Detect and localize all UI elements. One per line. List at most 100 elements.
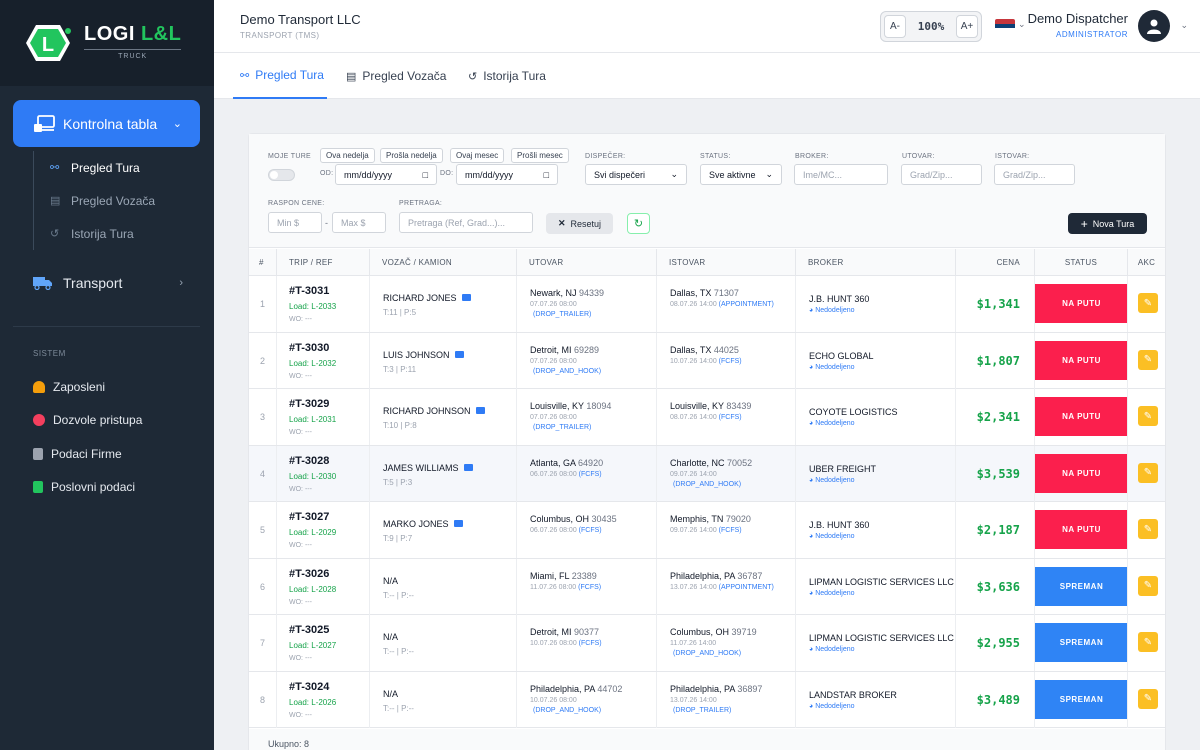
col-drop[interactable]: ISTOVAR: [656, 249, 795, 276]
price-cell: $1,341: [955, 276, 1034, 332]
price-cell: $2,341: [955, 389, 1034, 445]
mail-icon[interactable]: [475, 407, 485, 414]
col-broker[interactable]: BROKER: [795, 249, 955, 276]
col-status[interactable]: STATUS: [1034, 249, 1127, 276]
status-badge[interactable]: SPREMAN: [1035, 566, 1128, 606]
broker-input[interactable]: Ime/MC...: [794, 164, 888, 185]
col-driver[interactable]: VOZAČ / KAMION: [369, 249, 516, 276]
trip-id[interactable]: #T-3025: [289, 624, 329, 636]
trip-id[interactable]: #T-3031: [289, 285, 329, 297]
chip-last-month[interactable]: Prošli mesec: [511, 148, 569, 163]
edit-button[interactable]: ✎: [1138, 293, 1158, 313]
sidebar-item-dashboard[interactable]: Kontrolna tabla ⌄: [13, 100, 200, 147]
refresh-button[interactable]: ↻: [627, 213, 650, 234]
table-row[interactable]: 8 #T-3024 Load: L-2026 WO: --- N/A T:-- …: [249, 671, 1165, 728]
edit-button[interactable]: ✎: [1138, 519, 1158, 539]
mail-icon[interactable]: [463, 463, 473, 471]
calendar-icon[interactable]: □: [544, 170, 549, 180]
status-cell: SPREMAN: [1034, 558, 1128, 615]
trip-id[interactable]: #T-3030: [289, 342, 329, 354]
drop-cell: Philadelphia, PA 36897 13.07.26 14:00 (DR…: [656, 671, 795, 728]
new-tour-button[interactable]: + Nova Tura: [1068, 213, 1147, 234]
tab-history[interactable]: ↺ Istorija Tura: [468, 53, 546, 99]
mail-icon[interactable]: [461, 294, 471, 301]
table-row[interactable]: 3 #T-3029 Load: L-2031 WO: --- RICHARD J…: [249, 389, 1165, 446]
status-badge[interactable]: SPREMAN: [1035, 623, 1128, 662]
sidebar-subitem-drivers[interactable]: ▤ Pregled Vozača: [34, 184, 203, 217]
mail-icon[interactable]: [453, 520, 463, 527]
avatar[interactable]: [1138, 10, 1170, 42]
section-label: SISTEM: [33, 349, 66, 358]
sidebar-subitem-history[interactable]: ↺ Istorija Tura: [34, 217, 203, 250]
edit-button[interactable]: ✎: [1138, 349, 1158, 370]
from-label: OD:: [320, 170, 334, 177]
sidebar-subitem-tours[interactable]: ⚯ Pregled Tura: [34, 151, 203, 184]
new-tour-label: Nova Tura: [1092, 218, 1135, 229]
status-select[interactable]: Sve aktivne ⌄: [700, 164, 782, 185]
sidebar-item-transport[interactable]: Transport ›: [33, 270, 193, 296]
trip-id[interactable]: #T-3024: [289, 681, 329, 693]
min-price-input[interactable]: Min $: [268, 212, 322, 233]
edit-icon: ✎: [1143, 636, 1153, 648]
chip-this-week[interactable]: Ova nedelja: [320, 148, 375, 163]
trip-id[interactable]: #T-3026: [289, 568, 329, 580]
table-row[interactable]: 4 #T-3028 Load: L-2030 WO: --- JAMES WIL…: [249, 445, 1165, 502]
status-badge[interactable]: SPREMAN: [1035, 679, 1128, 719]
sidebar-item-permissions[interactable]: Dozvole pristupa: [33, 404, 203, 438]
dispatcher-select[interactable]: Svi dispečeri ⌄: [585, 164, 687, 185]
edit-button[interactable]: ✎: [1138, 462, 1158, 483]
search-input[interactable]: Pretraga (Ref, Grad...)...: [399, 212, 533, 233]
table-row[interactable]: 2 #T-3030 Load: L-2032 WO: --- LUIS JOHN…: [249, 332, 1165, 389]
edit-button[interactable]: ✎: [1138, 575, 1158, 596]
trip-id[interactable]: #T-3028: [289, 455, 329, 467]
pickup-date: 10.07.26 08:00: [530, 696, 577, 704]
chevron-down-icon[interactable]: ⌄: [1180, 20, 1188, 31]
status-badge[interactable]: NA PUTU: [1035, 284, 1128, 323]
pickup-input[interactable]: Grad/Zip...: [901, 164, 982, 185]
mail-icon[interactable]: [454, 350, 464, 358]
zoom-out-button[interactable]: A-: [884, 15, 906, 38]
tab-tours[interactable]: ⚯ Pregled Tura: [233, 53, 327, 99]
status-badge[interactable]: NA PUTU: [1035, 453, 1128, 493]
status-badge[interactable]: NA PUTU: [1035, 510, 1128, 549]
edit-button[interactable]: ✎: [1138, 406, 1158, 426]
table-row[interactable]: 1 #T-3031 Load: L-2033 WO: --- RICHARD J…: [249, 276, 1165, 333]
sidebar-item-employees[interactable]: Zaposleni: [33, 370, 203, 404]
sidebar-item-company[interactable]: Podaci Firme: [33, 437, 203, 471]
date-to-input[interactable]: mm/dd/yyyy □: [456, 164, 558, 185]
date-from-input[interactable]: mm/dd/yyyy □: [335, 164, 437, 185]
edit-button[interactable]: ✎: [1138, 632, 1158, 652]
language-flag-icon[interactable]: [995, 19, 1015, 33]
status-badge[interactable]: NA PUTU: [1035, 397, 1128, 436]
table-row[interactable]: 7 #T-3025 Load: L-2027 WO: --- N/A T:-- …: [249, 615, 1165, 672]
drop-input[interactable]: Grad/Zip...: [994, 164, 1075, 185]
tab-drivers[interactable]: ▤ Pregled Vozača: [346, 53, 446, 99]
col-price[interactable]: CENA: [955, 249, 1034, 276]
broker-cell: LIPMAN LOGISTIC SERVICES LLC ◕ Nedodelje…: [795, 558, 955, 615]
drop-location: Philadelphia, PA 36897: [670, 683, 763, 694]
document-icon: [33, 481, 43, 494]
sidebar-subitem-label: Pregled Vozača: [71, 193, 156, 208]
logo[interactable]: L LOGI L&L TRUCK: [0, 0, 214, 86]
col-pickup[interactable]: UTOVAR: [516, 249, 656, 276]
chevron-down-icon[interactable]: ⌄: [1018, 19, 1026, 30]
trip-id[interactable]: #T-3027: [289, 511, 329, 523]
trip-id[interactable]: #T-3029: [289, 398, 329, 410]
edit-button[interactable]: ✎: [1138, 688, 1158, 709]
my-tours-toggle[interactable]: [268, 169, 295, 181]
drop-cell: Dallas, TX 71307 08.07.26 14:00 (APPOINT…: [656, 276, 795, 332]
reset-button[interactable]: ✕ Resetuj: [546, 213, 613, 234]
edit-icon: ✎: [1143, 354, 1153, 365]
chip-last-week[interactable]: Prošla nedelja: [380, 148, 443, 163]
chip-this-month[interactable]: Ovaj mesec: [450, 148, 505, 163]
table-row[interactable]: 6 #T-3026 Load: L-2028 WO: --- N/A T:-- …: [249, 558, 1165, 615]
max-price-input[interactable]: Max $: [332, 212, 386, 233]
col-trip[interactable]: TRIP / REF: [276, 249, 369, 276]
sidebar-item-business[interactable]: Poslovni podaci: [33, 471, 203, 505]
table-row[interactable]: 5 #T-3027 Load: L-2029 WO: --- MARKO JON…: [249, 502, 1165, 559]
zoom-in-button[interactable]: A+: [956, 15, 978, 38]
truck-trailer: T:9 | P:7: [383, 534, 413, 543]
drop-cell: Memphis, TN 79020 09.07.26 14:00 (FCFS): [656, 502, 795, 558]
status-badge[interactable]: NA PUTU: [1035, 340, 1128, 380]
calendar-icon[interactable]: □: [423, 170, 428, 180]
